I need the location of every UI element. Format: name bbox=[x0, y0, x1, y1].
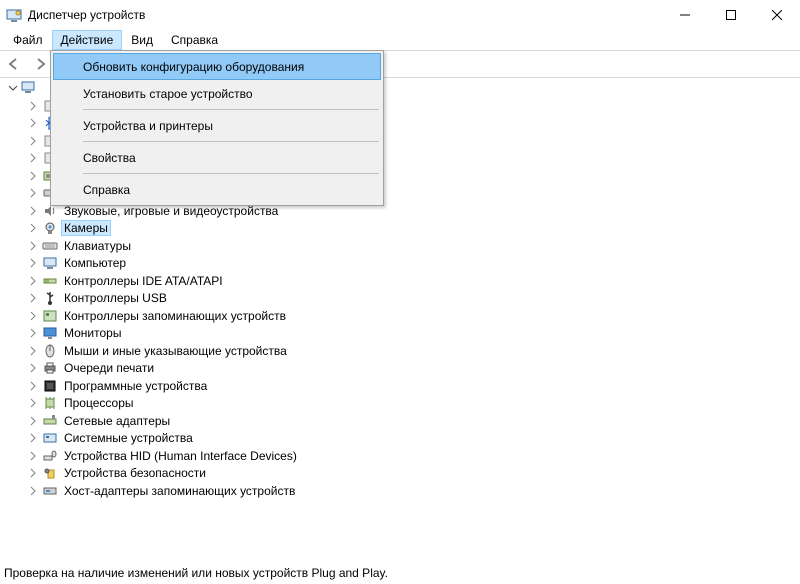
tree-item-label: Процессоры bbox=[62, 396, 136, 410]
minimize-button[interactable] bbox=[662, 0, 708, 30]
tree-item[interactable]: Хост-адаптеры запоминающих устройств bbox=[26, 482, 800, 500]
chevron-right-icon[interactable] bbox=[26, 414, 40, 428]
system-icon bbox=[42, 430, 58, 446]
menu-view[interactable]: Вид bbox=[122, 30, 162, 50]
chevron-right-icon[interactable] bbox=[26, 484, 40, 498]
tree-item[interactable]: Сетевые адаптеры bbox=[26, 412, 800, 430]
storage-ctrl-icon bbox=[42, 308, 58, 324]
chevron-right-icon[interactable] bbox=[26, 326, 40, 340]
computer-icon bbox=[20, 79, 36, 98]
menu-separator bbox=[83, 109, 379, 110]
chevron-right-icon[interactable] bbox=[26, 361, 40, 375]
tree-item[interactable]: Компьютер bbox=[26, 255, 800, 273]
menu-item-add-legacy[interactable]: Установить старое устройство bbox=[53, 80, 381, 107]
tree-item[interactable]: Устройства безопасности bbox=[26, 465, 800, 483]
tree-item-label: Очереди печати bbox=[62, 361, 156, 375]
tree-item-label: Контроллеры USB bbox=[62, 291, 169, 305]
tree-item-label: Контроллеры запоминающих устройств bbox=[62, 309, 288, 323]
tree-item[interactable]: Камеры bbox=[26, 220, 800, 238]
tree-item-label: Контроллеры IDE ATA/ATAPI bbox=[62, 274, 225, 288]
tree-item-label: Системные устройства bbox=[62, 431, 195, 445]
menu-action[interactable]: Действие bbox=[52, 30, 123, 50]
chevron-right-icon[interactable] bbox=[26, 99, 40, 113]
tree-item-label: Устройства HID (Human Interface Devices) bbox=[62, 449, 299, 463]
camera-icon bbox=[42, 220, 58, 236]
chevron-right-icon[interactable] bbox=[26, 186, 40, 200]
menu-file[interactable]: Файл bbox=[4, 30, 52, 50]
menu-item-devices-printers[interactable]: Устройства и принтеры bbox=[53, 112, 381, 139]
cpu-icon bbox=[42, 395, 58, 411]
action-dropdown-menu: Обновить конфигурацию оборудования Устан… bbox=[50, 50, 384, 206]
tree-item-label: Камеры bbox=[62, 221, 110, 235]
printer-icon bbox=[42, 360, 58, 376]
network-icon bbox=[42, 413, 58, 429]
close-button[interactable] bbox=[754, 0, 800, 30]
menu-item-scan-hardware[interactable]: Обновить конфигурацию оборудования bbox=[53, 53, 381, 80]
window-controls bbox=[662, 0, 800, 30]
toolbar-back-button[interactable] bbox=[2, 52, 26, 76]
tree-item-label: Устройства безопасности bbox=[62, 466, 208, 480]
chevron-right-icon[interactable] bbox=[26, 396, 40, 410]
chevron-right-icon[interactable] bbox=[26, 151, 40, 165]
chevron-right-icon[interactable] bbox=[26, 204, 40, 218]
chevron-right-icon[interactable] bbox=[26, 466, 40, 480]
usb-icon bbox=[42, 290, 58, 306]
computer-icon bbox=[42, 255, 58, 271]
software-icon bbox=[42, 378, 58, 394]
tree-item-label: Программные устройства bbox=[62, 379, 209, 393]
chevron-right-icon[interactable] bbox=[26, 116, 40, 130]
host-adapter-icon bbox=[42, 483, 58, 499]
chevron-right-icon[interactable] bbox=[26, 239, 40, 253]
tree-item-label: Мониторы bbox=[62, 326, 123, 340]
chevron-right-icon[interactable] bbox=[26, 431, 40, 445]
menu-separator bbox=[83, 173, 379, 174]
hid-icon bbox=[42, 448, 58, 464]
chevron-right-icon[interactable] bbox=[26, 169, 40, 183]
tree-item-label: Мыши и иные указывающие устройства bbox=[62, 344, 289, 358]
keyboard-icon bbox=[42, 238, 58, 254]
security-icon bbox=[42, 465, 58, 481]
tree-item[interactable]: Программные устройства bbox=[26, 377, 800, 395]
tree-item[interactable]: Системные устройства bbox=[26, 430, 800, 448]
chevron-right-icon[interactable] bbox=[26, 221, 40, 235]
chevron-right-icon[interactable] bbox=[26, 291, 40, 305]
tree-item[interactable]: Контроллеры IDE ATA/ATAPI bbox=[26, 272, 800, 290]
menu-separator bbox=[83, 141, 379, 142]
toolbar-forward-button[interactable] bbox=[28, 52, 52, 76]
mouse-icon bbox=[42, 343, 58, 359]
status-bar: Проверка на наличие изменений или новых … bbox=[0, 562, 800, 584]
tree-item-label: Сетевые адаптеры bbox=[62, 414, 172, 428]
ide-icon bbox=[42, 273, 58, 289]
title-bar: Диспетчер устройств bbox=[0, 0, 800, 30]
monitor-icon bbox=[42, 325, 58, 341]
menu-help[interactable]: Справка bbox=[162, 30, 227, 50]
menu-item-properties[interactable]: Свойства bbox=[53, 144, 381, 171]
tree-item[interactable]: Контроллеры запоминающих устройств bbox=[26, 307, 800, 325]
chevron-right-icon[interactable] bbox=[26, 379, 40, 393]
tree-item[interactable]: Мыши и иные указывающие устройства bbox=[26, 342, 800, 360]
chevron-right-icon[interactable] bbox=[26, 449, 40, 463]
menu-bar: Файл Действие Вид Справка bbox=[0, 30, 800, 51]
tree-item[interactable]: Мониторы bbox=[26, 325, 800, 343]
tree-item-label: Хост-адаптеры запоминающих устройств bbox=[62, 484, 297, 498]
chevron-right-icon[interactable] bbox=[26, 256, 40, 270]
app-icon bbox=[6, 7, 22, 23]
tree-item[interactable]: Очереди печати bbox=[26, 360, 800, 378]
tree-item-label: Компьютер bbox=[62, 256, 128, 270]
chevron-right-icon[interactable] bbox=[26, 274, 40, 288]
chevron-right-icon[interactable] bbox=[26, 344, 40, 358]
tree-item-label: Клавиатуры bbox=[62, 239, 133, 253]
status-text: Проверка на наличие изменений или новых … bbox=[4, 566, 388, 580]
tree-item[interactable]: Контроллеры USB bbox=[26, 290, 800, 308]
menu-item-help[interactable]: Справка bbox=[53, 176, 381, 203]
chevron-right-icon[interactable] bbox=[26, 134, 40, 148]
chevron-down-icon[interactable] bbox=[6, 81, 20, 95]
tree-item[interactable]: Процессоры bbox=[26, 395, 800, 413]
maximize-button[interactable] bbox=[708, 0, 754, 30]
tree-item[interactable]: Устройства HID (Human Interface Devices) bbox=[26, 447, 800, 465]
tree-item[interactable]: Клавиатуры bbox=[26, 237, 800, 255]
window-title: Диспетчер устройств bbox=[28, 8, 145, 22]
chevron-right-icon[interactable] bbox=[26, 309, 40, 323]
